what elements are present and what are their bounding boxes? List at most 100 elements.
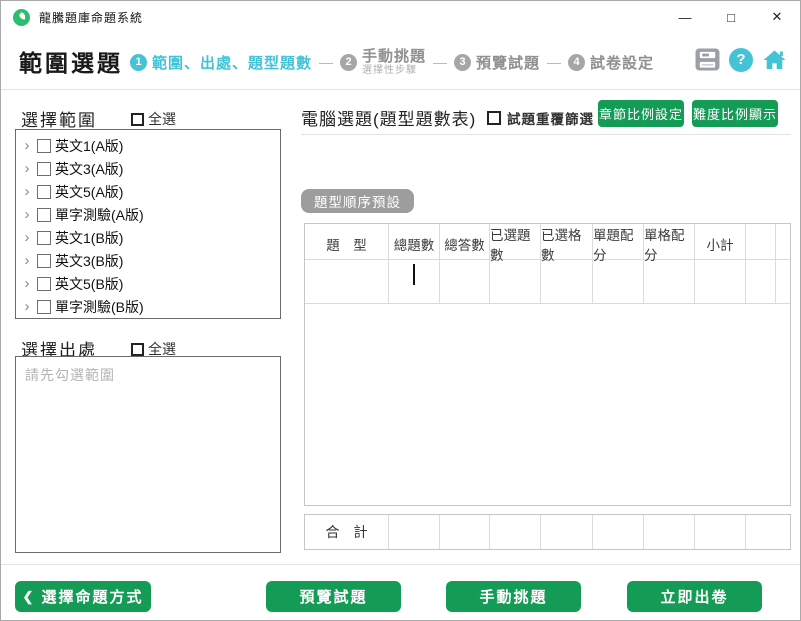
app-icon <box>13 9 30 26</box>
tree-checkbox[interactable] <box>37 277 51 291</box>
entry-cell-empty[interactable] <box>746 260 776 303</box>
totals-cell <box>593 515 644 549</box>
step-4-paper-settings[interactable]: 4 試卷設定 <box>568 52 654 73</box>
duplicate-filter-checkbox[interactable] <box>487 111 501 125</box>
manual-pick-button[interactable]: 手動挑題 <box>446 581 581 612</box>
totals-label: 合 計 <box>305 515 389 549</box>
tree-item-label[interactable]: 英文3(A版) <box>55 159 123 179</box>
type-order-preset-button[interactable]: 題型順序預設 <box>301 189 414 213</box>
tree-checkbox[interactable] <box>37 208 51 222</box>
step-separator: — <box>433 54 447 70</box>
entry-cell-points-per-blank[interactable] <box>644 260 695 303</box>
range-tree[interactable]: › 英文1(A版) › 英文3(A版) › 英文5(A版) › 單字測驗(A版)… <box>15 129 281 319</box>
tree-item-5[interactable]: › 英文3(B版) <box>16 249 280 272</box>
tree-item-label[interactable]: 單字測驗(A版) <box>55 205 144 225</box>
page-title: 範圍選題 <box>19 44 123 78</box>
tree-item-label[interactable]: 單字測驗(B版) <box>55 297 144 317</box>
difficulty-ratio-button[interactable]: 難度比例顯示 <box>692 100 778 127</box>
entry-cell-selected-questions[interactable] <box>490 260 541 303</box>
tree-item-label[interactable]: 英文5(A版) <box>55 182 123 202</box>
minimize-button[interactable]: — <box>662 1 708 33</box>
totals-cell <box>440 515 490 549</box>
col-header-points-per-blank: 單格配分 <box>644 224 695 264</box>
footer-divider <box>1 564 800 565</box>
totals-cell <box>389 515 440 549</box>
expand-icon[interactable]: › <box>21 207 33 222</box>
step-separator: — <box>319 54 333 70</box>
entry-cell-type[interactable] <box>305 260 389 303</box>
tree-item-label[interactable]: 英文1(A版) <box>55 136 123 156</box>
step-1-badge: 1 <box>130 54 147 71</box>
entry-cell-total-answers[interactable] <box>440 260 490 303</box>
chapter-ratio-button[interactable]: 章節比例設定 <box>598 100 684 127</box>
maximize-button[interactable]: □ <box>708 1 754 33</box>
tree-checkbox[interactable] <box>37 139 51 153</box>
range-select-all-checkbox[interactable] <box>131 113 144 126</box>
totals-cell <box>644 515 695 549</box>
range-section-title: 選擇範圍 <box>21 106 97 131</box>
entry-cell-subtotal[interactable] <box>695 260 746 303</box>
col-header-selected-blanks: 已選格數 <box>541 224 593 264</box>
help-icon[interactable]: ? <box>729 48 753 72</box>
tree-checkbox[interactable] <box>37 300 51 314</box>
step-2-sublabel: 選擇性步驟 <box>362 65 426 77</box>
tree-checkbox[interactable] <box>37 231 51 245</box>
tree-item-0[interactable]: › 英文1(A版) <box>16 134 280 157</box>
back-button[interactable]: ❮ 選擇命題方式 <box>15 581 151 612</box>
back-button-label: 選擇命題方式 <box>41 586 143 607</box>
tree-item-label[interactable]: 英文5(B版) <box>55 274 123 294</box>
table-entry-row <box>305 260 790 304</box>
tree-item-7[interactable]: › 單字測驗(B版) <box>16 295 280 318</box>
duplicate-filter-label: 試題重覆篩選 <box>507 108 594 128</box>
source-placeholder: 請先勾選範圍 <box>25 365 271 385</box>
tree-item-4[interactable]: › 英文1(B版) <box>16 226 280 249</box>
duplicate-filter: 試題重覆篩選 <box>487 108 594 128</box>
col-header-total-questions: 總題數 <box>389 224 440 264</box>
window-title: 龍騰題庫命題系統 <box>39 9 143 26</box>
source-select-all-checkbox[interactable] <box>131 343 144 356</box>
generate-paper-button[interactable]: 立即出卷 <box>627 581 762 612</box>
step-3-preview[interactable]: 3 預覽試題 <box>454 52 540 73</box>
question-type-table: 題 型 總題數 總答數 已選題數 已選格數 單題配分 單格配分 小計 <box>304 223 791 506</box>
panel-divider <box>301 134 791 135</box>
tree-item-6[interactable]: › 英文5(B版) <box>16 272 280 295</box>
entry-cell-selected-blanks[interactable] <box>541 260 593 303</box>
totals-cell <box>541 515 593 549</box>
totals-cell <box>746 515 790 549</box>
titlebar: 龍騰題庫命題系統 — □ ✕ <box>1 1 800 33</box>
app-window: 龍騰題庫命題系統 — □ ✕ 範圍選題 1 範圍、出處、題型題數 — 2 手動挑… <box>0 0 801 621</box>
expand-icon[interactable]: › <box>21 138 33 153</box>
preview-questions-button[interactable]: 預覽試題 <box>266 581 401 612</box>
expand-icon[interactable]: › <box>21 253 33 268</box>
save-icon[interactable] <box>695 47 720 72</box>
expand-icon[interactable]: › <box>21 230 33 245</box>
step-1-range[interactable]: 1 範圍、出處、題型題數 <box>130 52 312 73</box>
totals-table: 合 計 <box>304 514 791 550</box>
close-button[interactable]: ✕ <box>754 1 800 33</box>
step-2-manual-pick[interactable]: 2 手動挑題 選擇性步驟 <box>340 48 426 77</box>
step-4-label: 試卷設定 <box>590 52 654 73</box>
totals-cell <box>695 515 746 549</box>
text-caret <box>413 264 415 285</box>
entry-cell-total-questions[interactable] <box>389 260 440 303</box>
header-divider <box>1 89 800 90</box>
entry-cell-points-per-question[interactable] <box>593 260 644 303</box>
tree-checkbox[interactable] <box>37 162 51 176</box>
expand-icon[interactable]: › <box>21 161 33 176</box>
col-header-total-answers: 總答數 <box>440 224 490 264</box>
expand-icon[interactable]: › <box>21 276 33 291</box>
expand-icon[interactable]: › <box>21 299 33 314</box>
home-icon[interactable] <box>762 47 787 72</box>
tree-item-2[interactable]: › 英文5(A版) <box>16 180 280 203</box>
source-listbox[interactable]: 請先勾選範圍 <box>15 356 281 553</box>
tree-item-1[interactable]: › 英文3(A版) <box>16 157 280 180</box>
computer-select-title: 電腦選題(題型題數表) <box>301 105 476 130</box>
range-select-all: 全選 <box>131 109 176 129</box>
tree-item-label[interactable]: 英文3(B版) <box>55 251 123 271</box>
tree-checkbox[interactable] <box>37 185 51 199</box>
tree-item-3[interactable]: › 單字測驗(A版) <box>16 203 280 226</box>
tree-checkbox[interactable] <box>37 254 51 268</box>
step-separator: — <box>547 54 561 70</box>
expand-icon[interactable]: › <box>21 184 33 199</box>
tree-item-label[interactable]: 英文1(B版) <box>55 228 123 248</box>
